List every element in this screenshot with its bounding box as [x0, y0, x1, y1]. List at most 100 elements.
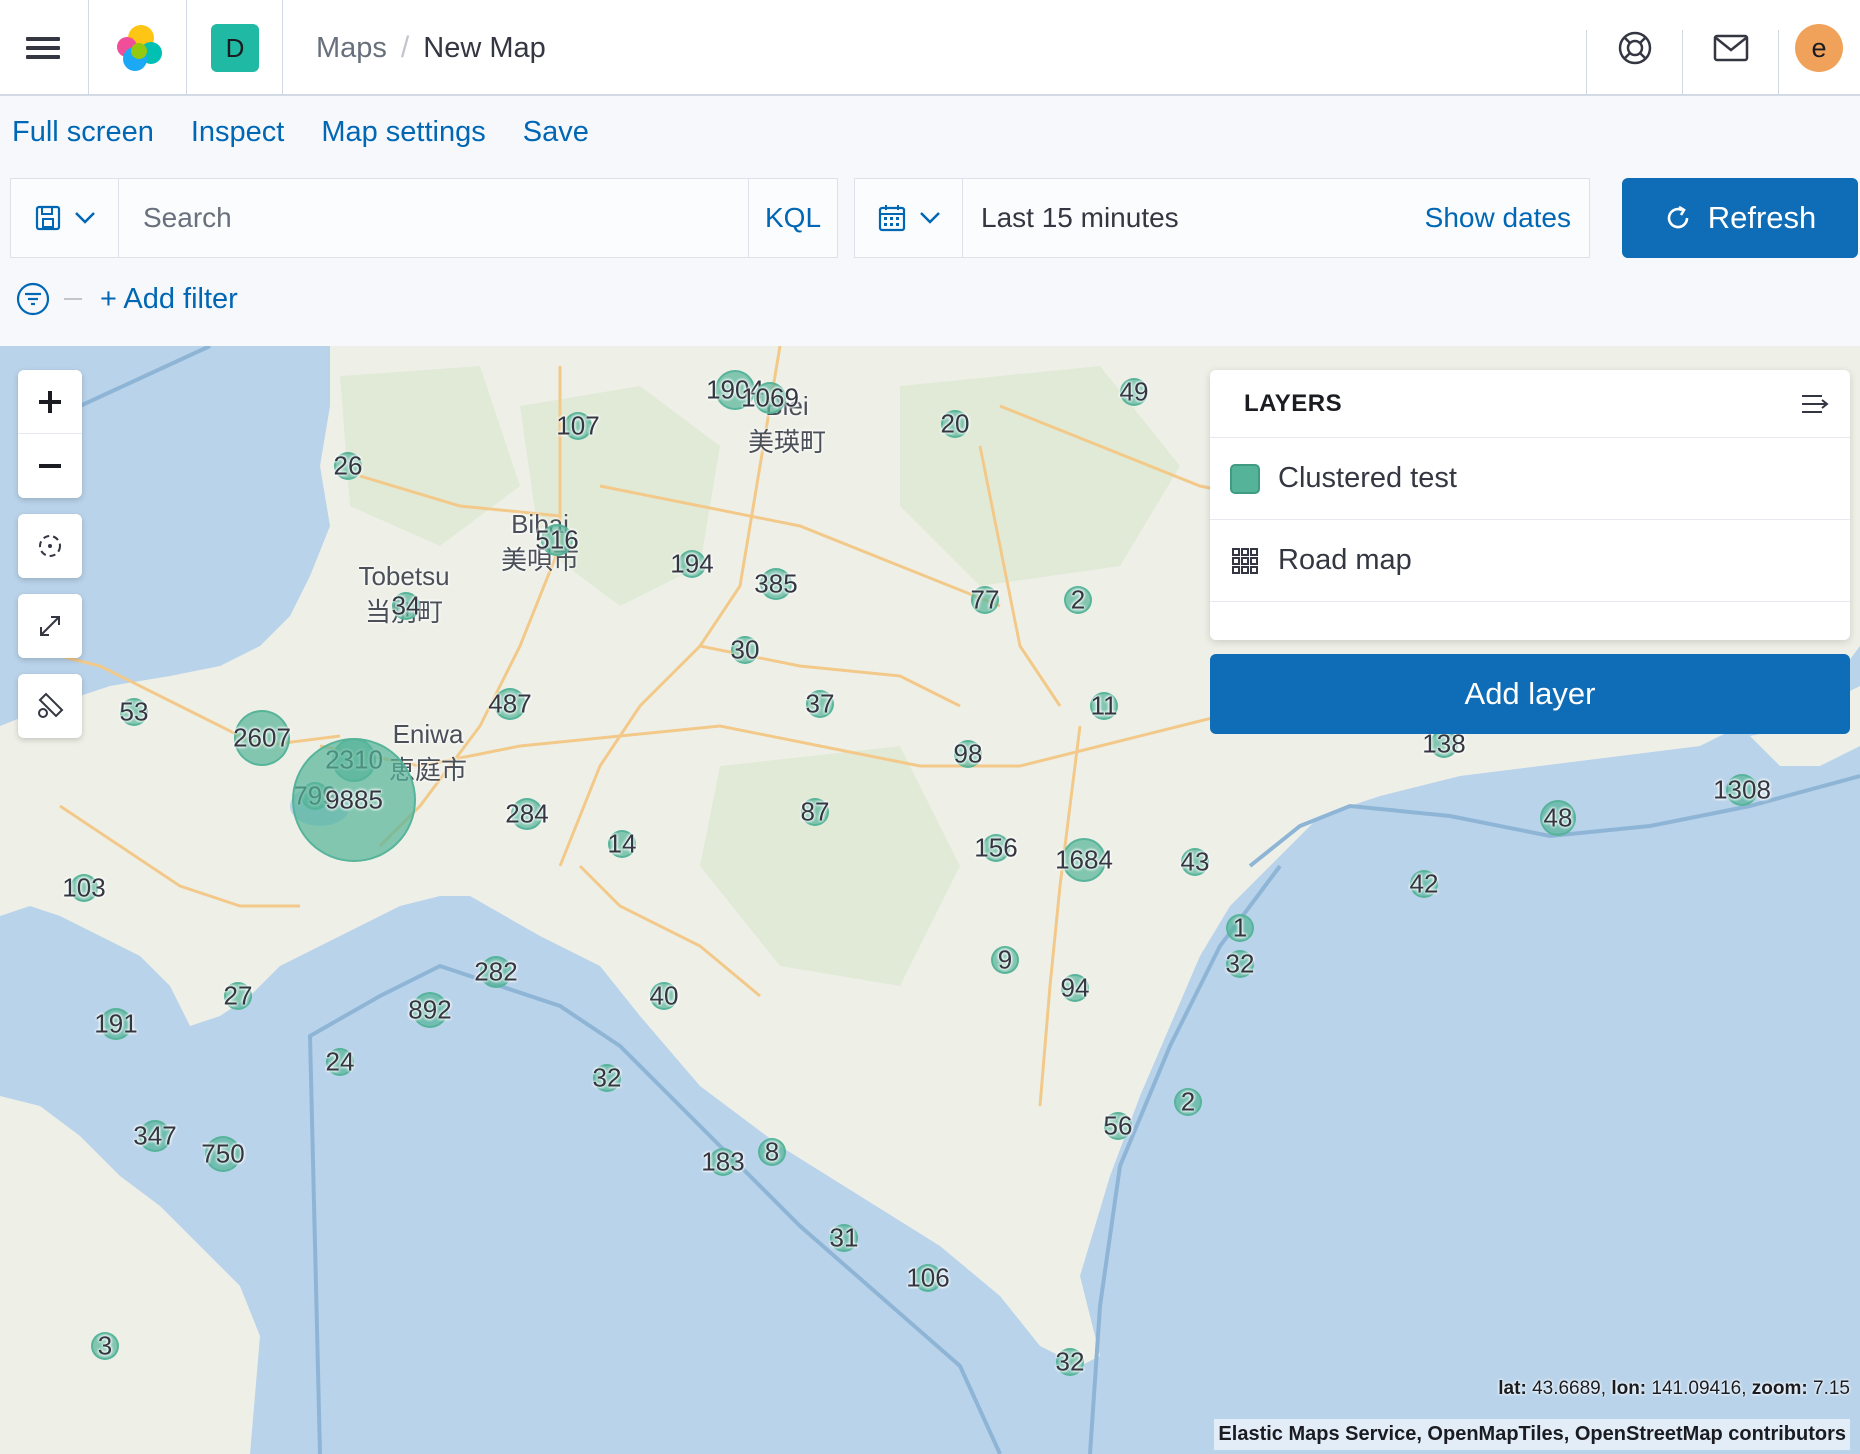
- cluster-count: 2: [1070, 584, 1086, 615]
- cluster-count: 8: [764, 1136, 780, 1167]
- cluster-count: 32: [1225, 948, 1255, 979]
- cluster-count: 1: [1232, 912, 1248, 943]
- elastic-logo-icon: [117, 25, 162, 71]
- user-menu-button[interactable]: e: [1778, 0, 1860, 96]
- cluster-count: 27: [223, 980, 253, 1011]
- add-filter-button[interactable]: + Add filter: [100, 283, 238, 316]
- refresh-button[interactable]: Refresh: [1622, 178, 1858, 258]
- map-settings-link[interactable]: Map settings: [321, 116, 485, 149]
- menu-button[interactable]: [0, 0, 86, 96]
- map-canvas[interactable]: Biei美瑛町 Bibai美唄市 Tobetsu当別町 Eniwa恵庭市 190…: [0, 346, 1860, 1454]
- cluster-count: 42: [1409, 868, 1439, 899]
- chevron-down-icon: [919, 212, 940, 224]
- cluster-count: 106: [906, 1262, 950, 1293]
- cluster-count: 385: [754, 568, 798, 599]
- cluster-count: 77: [970, 584, 1000, 615]
- calendar-icon: [878, 205, 905, 232]
- collapse-panel-icon[interactable]: [1800, 392, 1830, 416]
- cluster-count: 9: [997, 944, 1013, 975]
- cluster-count: 31: [829, 1222, 859, 1253]
- saved-query-button[interactable]: [11, 179, 119, 257]
- layer-item-clustered-test[interactable]: Clustered test: [1210, 438, 1850, 520]
- cluster-count: 284: [505, 798, 549, 829]
- cluster-count: 43: [1180, 846, 1210, 877]
- layer-name: Clustered test: [1278, 462, 1457, 494]
- cluster-count: 87: [800, 796, 830, 827]
- cluster-count: 40: [649, 980, 679, 1011]
- zoom-in-button[interactable]: [18, 370, 82, 434]
- cluster-count: 191: [94, 1008, 138, 1039]
- tools-button[interactable]: [18, 674, 82, 738]
- expand-icon: [40, 616, 60, 636]
- cluster-count: 107: [556, 410, 600, 441]
- time-range-text[interactable]: Last 15 minutes: [963, 179, 1425, 257]
- grid-icon: [1232, 547, 1258, 574]
- cluster-count: 26: [333, 450, 363, 481]
- inspect-link[interactable]: Inspect: [191, 116, 285, 149]
- cluster-count: 2607: [233, 722, 291, 753]
- newsfeed-button[interactable]: [1684, 0, 1778, 96]
- layer-item-road-map[interactable]: Road map: [1210, 520, 1850, 602]
- cluster-count: 892: [408, 994, 452, 1025]
- refresh-label: Refresh: [1707, 200, 1817, 235]
- cluster-count: 183: [701, 1146, 745, 1177]
- cluster-count: 156: [974, 832, 1018, 863]
- cluster-count: 30: [730, 634, 760, 665]
- user-avatar: e: [1795, 24, 1843, 72]
- help-button[interactable]: [1588, 0, 1682, 96]
- set-view-button[interactable]: [18, 514, 82, 578]
- search-input[interactable]: Search: [119, 179, 749, 257]
- show-dates-button[interactable]: Show dates: [1425, 179, 1589, 257]
- breadcrumb: Maps / New Map: [316, 0, 546, 96]
- layer-name: Road map: [1278, 544, 1412, 576]
- cluster-count: 56: [1103, 1110, 1133, 1141]
- cluster-count: 1684: [1055, 844, 1113, 875]
- layers-panel: LAYERS Clustered test Road map: [1210, 370, 1850, 640]
- cluster-count: 48: [1543, 802, 1573, 833]
- breadcrumb-maps[interactable]: Maps: [316, 32, 387, 65]
- cluster-count: 487: [488, 688, 532, 719]
- full-screen-link[interactable]: Full screen: [12, 116, 154, 149]
- cluster-count: 103: [62, 872, 106, 903]
- space-selector[interactable]: D: [188, 0, 282, 96]
- mail-icon: [1713, 34, 1749, 62]
- cluster-count: 24: [325, 1046, 355, 1077]
- cluster-count: 53: [119, 696, 149, 727]
- hamburger-icon: [26, 32, 60, 64]
- elastic-logo[interactable]: [90, 0, 186, 96]
- cluster-count: 32: [1055, 1346, 1085, 1377]
- filter-bar: + Add filter: [16, 278, 238, 320]
- cluster-count: 1069: [741, 382, 799, 413]
- filter-icon[interactable]: [16, 282, 50, 316]
- cluster-count: 14: [607, 828, 637, 859]
- cluster-count: 282: [474, 956, 518, 987]
- cluster-count: 750: [201, 1138, 245, 1169]
- cluster-count: 194: [670, 548, 714, 579]
- zoom-control: [18, 370, 82, 498]
- cluster-count: 9885: [325, 784, 383, 815]
- crosshair-icon: [39, 535, 61, 557]
- zoom-out-button[interactable]: [18, 434, 82, 498]
- add-layer-button[interactable]: Add layer: [1210, 654, 1850, 734]
- cluster-count: 49: [1119, 376, 1149, 407]
- cluster-count: 20: [940, 408, 970, 439]
- cluster-count: 94: [1060, 972, 1090, 1003]
- quick-select-button[interactable]: [855, 179, 963, 257]
- cluster-count: 347: [133, 1120, 177, 1151]
- kql-button[interactable]: KQL: [749, 179, 837, 257]
- chevron-down-icon: [74, 212, 95, 224]
- map-attribution[interactable]: Elastic Maps Service, OpenMapTiles, Open…: [1214, 1419, 1850, 1450]
- breadcrumb-current: New Map: [423, 31, 546, 64]
- fullscreen-button[interactable]: [18, 594, 82, 658]
- save-link[interactable]: Save: [523, 116, 589, 149]
- cluster-count: 11: [1090, 690, 1118, 721]
- layers-title: LAYERS: [1244, 389, 1343, 417]
- app-header: D Maps / New Map e: [0, 0, 1860, 96]
- cluster-count: 37: [805, 688, 835, 719]
- cluster-count: 516: [535, 524, 579, 555]
- cluster-count: 32: [592, 1062, 622, 1093]
- plus-icon: [39, 390, 61, 413]
- cluster-count: 34: [391, 590, 421, 621]
- minus-icon: [39, 464, 61, 468]
- layer-color-swatch: [1230, 463, 1260, 494]
